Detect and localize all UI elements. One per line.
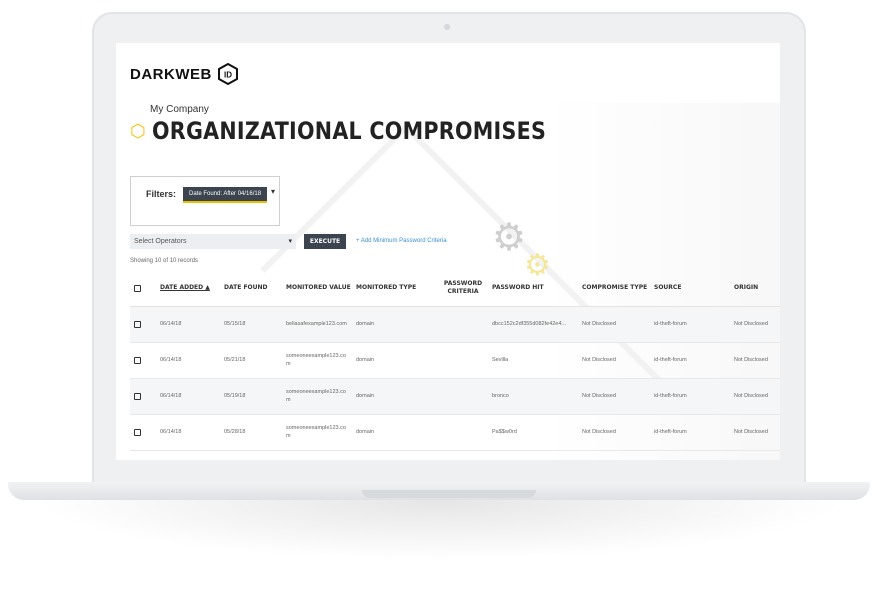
logo[interactable]: DARKWEB ID bbox=[130, 62, 238, 86]
cell-monitored-type: domain bbox=[356, 320, 375, 327]
column-header-password-criteria[interactable]: PASSWORD CRITERIA bbox=[434, 280, 492, 297]
cell-compromise-type: Not Disclosed bbox=[582, 428, 616, 435]
id-badge-icon: ID bbox=[217, 62, 238, 86]
filters-panel: Filters: Date Found: After 04/16/18 ▾ bbox=[130, 176, 280, 226]
laptop-notch bbox=[362, 490, 536, 498]
cell-date-found: 05/19/18 bbox=[224, 392, 246, 399]
cell-origin: Not Disclosed bbox=[734, 356, 768, 363]
laptop-camera bbox=[444, 24, 450, 30]
page-title-row: ⬡ ORGANIZATIONAL COMPROMISES bbox=[130, 117, 610, 145]
table-row[interactable]: 06/14/18 05/19/18 someoneexample123.com … bbox=[130, 379, 780, 415]
cell-source: id-theft-forum bbox=[654, 320, 687, 327]
badge-text: ID bbox=[224, 71, 232, 80]
cell-password-hit: dbcc152c2df355d082fe42e4... bbox=[492, 320, 567, 327]
operator-select[interactable]: Select Operators ▾ bbox=[130, 234, 296, 249]
cell-date-added: 06/14/18 bbox=[160, 320, 182, 327]
row-select-cell bbox=[130, 393, 160, 400]
app-screen: ⚙ ⚙ DARKWEB ID My Company ⬡ ORGANIZATION… bbox=[116, 43, 780, 460]
cell-origin: Not Disclosed bbox=[734, 392, 768, 399]
table-row[interactable]: 06/14/18 05/28/18 someoneexample123.com … bbox=[130, 415, 780, 451]
cell-monitored-value: someoneexample123.com bbox=[286, 424, 346, 439]
chevron-down-icon: ▾ bbox=[288, 238, 292, 245]
cell-origin: Not Disclosed bbox=[734, 428, 768, 435]
gear-icon: ⚙ bbox=[492, 217, 527, 259]
cell-origin: Not Disclosed bbox=[734, 320, 768, 327]
row-select-cell bbox=[130, 321, 160, 328]
cell-date-found: 05/21/18 bbox=[224, 356, 246, 363]
filters-label: Filters: bbox=[146, 189, 177, 199]
cell-date-added: 06/14/18 bbox=[160, 356, 182, 363]
records-count: Showing 10 of 10 records bbox=[130, 258, 199, 264]
page-title: ORGANIZATIONAL COMPROMISES bbox=[151, 117, 546, 145]
compromises-table: DATE ADDED ▲ DATE FOUND MONITORED VALUE … bbox=[130, 270, 780, 451]
column-header-compromise-type[interactable]: COMPROMISE TYPE bbox=[582, 284, 654, 292]
column-header-password-hit[interactable]: PASSWORD HIT bbox=[492, 284, 582, 292]
filter-chip-date-found[interactable]: Date Found: After 04/16/18 bbox=[183, 187, 268, 203]
column-header-monitored-type[interactable]: MONITORED TYPE bbox=[356, 284, 434, 292]
column-header-date-found[interactable]: DATE FOUND bbox=[224, 284, 286, 292]
cell-compromise-type: Not Disclosed bbox=[582, 392, 616, 399]
cell-monitored-type: domain bbox=[356, 392, 375, 399]
cell-password-hit: bronco bbox=[492, 392, 509, 399]
laptop-shadow bbox=[30, 500, 848, 560]
sort-arrow-icon: ▲ bbox=[205, 283, 210, 291]
cell-date-added: 06/14/18 bbox=[160, 428, 182, 435]
select-all-checkbox[interactable] bbox=[134, 284, 141, 292]
column-header-date-added[interactable]: DATE ADDED ▲ bbox=[160, 284, 224, 292]
cell-source: id-theft-forum bbox=[654, 392, 687, 399]
row-checkbox[interactable] bbox=[134, 357, 141, 364]
row-checkbox[interactable] bbox=[134, 429, 141, 436]
table-row[interactable]: 06/14/18 05/15/18 bellasafexample123.com… bbox=[130, 307, 780, 343]
add-password-criteria-link[interactable]: + Add Minimum Password Criteria bbox=[356, 238, 447, 244]
cell-monitored-value: someoneexample123.com bbox=[286, 352, 346, 367]
cell-compromise-type: Not Disclosed bbox=[582, 356, 616, 363]
column-header-origin[interactable]: ORIGIN bbox=[734, 284, 780, 292]
hexagon-icon: ⬡ bbox=[130, 121, 146, 141]
row-select-cell bbox=[130, 429, 160, 436]
chevron-down-icon[interactable]: ▾ bbox=[271, 187, 275, 196]
row-checkbox[interactable] bbox=[134, 321, 141, 328]
cell-password-hit: Sevilla bbox=[492, 356, 509, 363]
cell-source: id-theft-forum bbox=[654, 356, 687, 363]
cell-date-found: 05/28/18 bbox=[224, 428, 246, 435]
brand-name: DARKWEB bbox=[130, 65, 212, 83]
execute-button[interactable]: EXECUTE bbox=[304, 234, 346, 249]
cell-compromise-type: Not Disclosed bbox=[582, 320, 616, 327]
cell-monitored-value: someoneexample123.com bbox=[286, 388, 346, 403]
company-name: My Company bbox=[150, 104, 209, 115]
cell-monitored-type: domain bbox=[356, 428, 375, 435]
row-select-cell bbox=[130, 357, 160, 364]
operator-select-value: Select Operators bbox=[134, 238, 187, 245]
select-all-cell bbox=[130, 284, 160, 292]
table-header: DATE ADDED ▲ DATE FOUND MONITORED VALUE … bbox=[130, 270, 780, 307]
column-header-monitored-value[interactable]: MONITORED VALUE bbox=[286, 284, 356, 292]
cell-monitored-value: bellasafexample123.com bbox=[286, 320, 347, 327]
cell-date-added: 06/14/18 bbox=[160, 392, 182, 399]
cell-source: id-theft-forum bbox=[654, 428, 687, 435]
row-checkbox[interactable] bbox=[134, 393, 141, 400]
cell-date-found: 05/15/18 bbox=[224, 320, 246, 327]
cell-password-hit: Pa$$w0rd bbox=[492, 428, 517, 435]
column-header-source[interactable]: SOURCE bbox=[654, 284, 734, 292]
table-row[interactable]: 06/14/18 05/21/18 someoneexample123.com … bbox=[130, 343, 780, 379]
cell-monitored-type: domain bbox=[356, 356, 375, 363]
